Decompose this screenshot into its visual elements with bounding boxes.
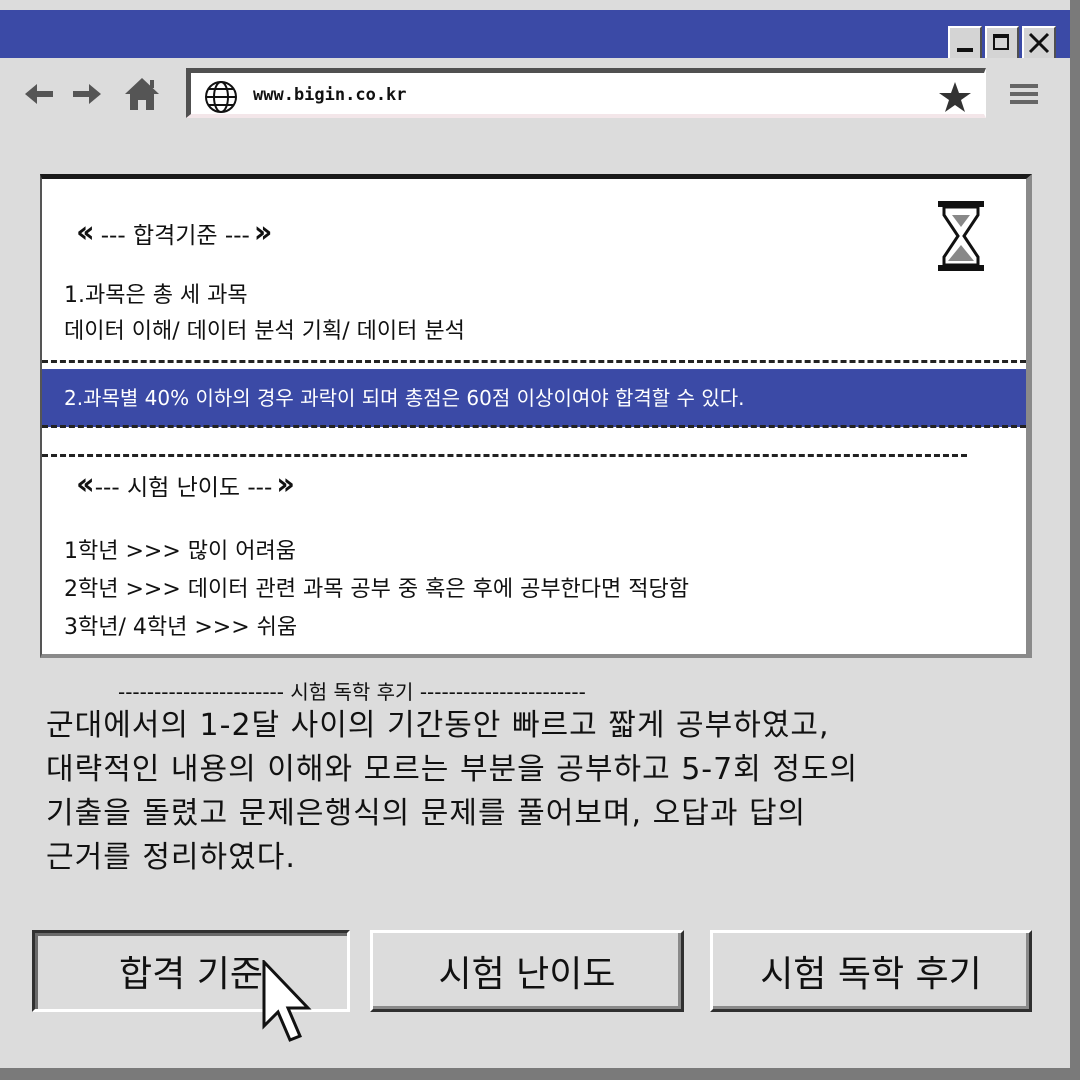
tab-self-study-review[interactable]: 시험 독학 후기 <box>710 930 1032 1012</box>
difficulty-row-2: 2학년 >>> 데이터 관련 과목 공부 중 혹은 후에 공부한다면 적당함 <box>64 577 689 602</box>
browser-window: www.bigin.co.kr ‹‹ --- 합격기준 --- ›› 1.과목은… <box>0 0 1080 1080</box>
close-button[interactable] <box>1022 26 1056 60</box>
review-line-1: 군대에서의 1-2달 사이의 기간동안 빠르고 짧게 공부하였고, <box>46 708 830 743</box>
review-line-4: 근거를 정리하였다. <box>46 840 296 875</box>
chevron-left-icon: ‹‹ <box>76 215 95 250</box>
difficulty-row-1: 1학년 >>> 많이 어려움 <box>64 539 296 564</box>
close-icon <box>1028 32 1050 54</box>
minimize-icon <box>957 48 973 52</box>
review-line-2: 대략적인 내용의 이해와 모르는 부분을 공부하고 5-7회 정도의 <box>46 752 859 787</box>
forward-button[interactable] <box>70 78 104 110</box>
criteria-highlight: 2.과목별 40% 이하의 경우 과락이 되며 총점은 60점 이상이여야 합격… <box>42 369 1026 427</box>
chevron-right-icon: ›› <box>253 215 273 250</box>
divider-mid <box>42 425 1026 428</box>
arrow-right-icon <box>73 84 101 104</box>
criteria-title: --- 합격기준 --- <box>100 222 250 249</box>
hamburger-menu-icon <box>1010 84 1038 104</box>
back-button[interactable] <box>22 78 56 110</box>
tab-pass-criteria-label: 합격 기준 <box>119 954 263 995</box>
maximize-button[interactable] <box>985 26 1019 60</box>
top-strip <box>0 0 1070 10</box>
review-heading: ----------------------- 시험 독학 후기 -------… <box>118 680 586 704</box>
star-icon[interactable] <box>938 81 972 113</box>
menu-button[interactable] <box>1006 78 1042 110</box>
criteria-line-1: 1.과목은 총 세 과목 <box>64 283 248 308</box>
minimize-button[interactable] <box>948 26 982 60</box>
chevron-left-icon: ‹‹ <box>76 467 95 502</box>
chevron-right-icon: ›› <box>276 467 295 502</box>
criteria-heading: ‹‹ --- 합격기준 --- ›› <box>76 215 273 250</box>
mouse-pointer-icon <box>262 960 312 1042</box>
review-text: 군대에서의 1-2달 사이의 기간동안 빠르고 짧게 공부하였고, 대략적인 내… <box>46 704 1036 880</box>
content-panel: ‹‹ --- 합격기준 --- ›› 1.과목은 총 세 과목 데이터 이해/ … <box>40 174 1032 658</box>
divider-top <box>42 360 1026 363</box>
difficulty-row-3: 3학년/ 4학년 >>> 쉬움 <box>64 615 298 640</box>
title-bar <box>0 10 1070 60</box>
url-text[interactable]: www.bigin.co.kr <box>253 85 407 105</box>
arrow-left-icon <box>25 84 53 104</box>
review-line-3: 기출을 돌렸고 문제은행식의 문제를 풀어보며, 오답과 답의 <box>46 796 807 831</box>
maximize-icon <box>993 34 1009 50</box>
address-bar[interactable]: www.bigin.co.kr <box>186 68 986 118</box>
tab-exam-difficulty-label: 시험 난이도 <box>438 954 616 995</box>
difficulty-title: --- 시험 난이도 --- <box>94 474 273 501</box>
window-controls <box>948 26 1056 60</box>
tab-exam-difficulty[interactable]: 시험 난이도 <box>370 930 684 1012</box>
difficulty-heading: ‹‹ --- 시험 난이도 --- ›› <box>76 467 295 502</box>
globe-icon <box>205 81 237 113</box>
tab-self-study-review-label: 시험 독학 후기 <box>760 954 982 995</box>
criteria-line-2: 데이터 이해/ 데이터 분석 기획/ 데이터 분석 <box>64 319 465 344</box>
home-icon <box>125 78 159 110</box>
divider-bottom <box>42 454 967 457</box>
hourglass-icon <box>938 201 984 271</box>
home-button[interactable] <box>122 74 162 114</box>
